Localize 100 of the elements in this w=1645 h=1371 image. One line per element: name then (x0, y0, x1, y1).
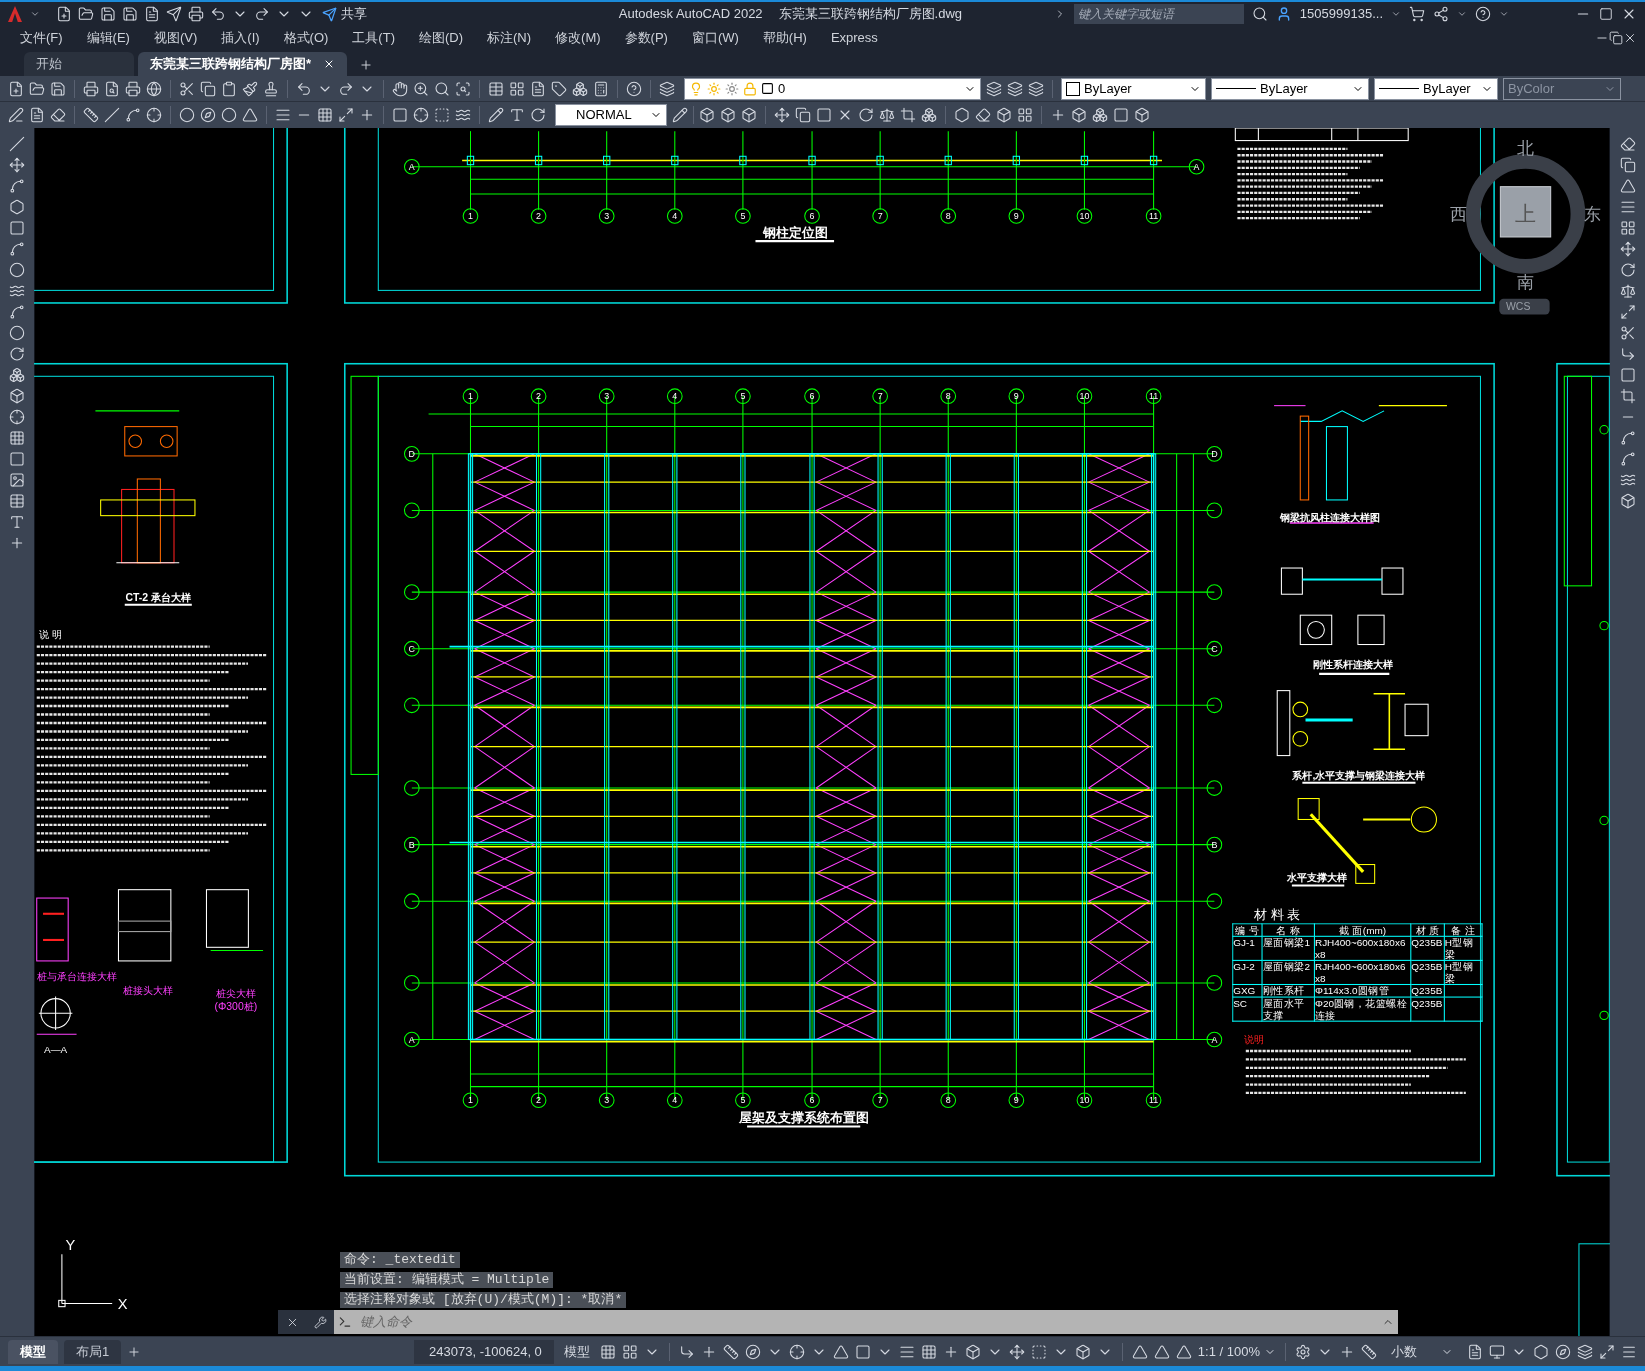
axis-label: B (408, 839, 415, 850)
dimension-style-dropdown[interactable]: NORMAL (555, 104, 667, 126)
axis-label: 8 (945, 211, 951, 222)
menu-item[interactable]: 编辑(E) (74, 28, 142, 48)
wcs-label: WCS (1506, 301, 1531, 313)
detail-title: 系杆,水平支撑与钢梁连接大样 (1292, 769, 1426, 781)
axis-label: 6 (809, 211, 815, 222)
axis-label: 1 (468, 1095, 473, 1106)
axis-label: 1 (468, 211, 473, 222)
table-cell: 屋面钢梁2 (1262, 960, 1315, 985)
notes-heading: 说 明 (38, 629, 62, 641)
compass-label[interactable]: 北 (1517, 139, 1535, 159)
document-tab[interactable]: 开始 (24, 52, 134, 76)
menu-item[interactable]: 视图(V) (141, 28, 210, 48)
file-title: 东莞某三联跨钢结构厂房图.dwg (778, 5, 963, 24)
share-button[interactable]: 共享 (322, 4, 367, 24)
menu-item[interactable]: 格式(O) (271, 28, 341, 48)
layout-tab[interactable]: 布局1 (64, 1339, 122, 1364)
axis-label: 4 (672, 391, 678, 402)
user-name[interactable]: 1505999135... (1299, 4, 1383, 24)
lineweight-dropdown[interactable]: ByLayer (1374, 77, 1498, 100)
axis-label: B (1211, 839, 1218, 850)
coordinates-display: 243073, -100624, 0 (413, 1339, 554, 1364)
command-input[interactable]: 键入命令 (360, 1312, 1374, 1332)
drawing-title: 钢柱定位图 (762, 225, 828, 240)
axis-label: 9 (1013, 1095, 1019, 1106)
axis-label: 10 (1079, 391, 1090, 402)
axis-label: 4 (672, 211, 678, 222)
axis-label: 6 (809, 391, 815, 402)
menu-item[interactable]: 绘图(D) (406, 28, 475, 48)
menu-item[interactable]: 工具(T) (340, 28, 407, 48)
menu-item[interactable]: 插入(I) (209, 28, 272, 48)
compass-label[interactable]: 东 (1584, 205, 1602, 225)
axis-label: 11 (1149, 211, 1159, 222)
app-title: Autodesk AutoCAD 2022 (618, 5, 763, 24)
compass-label[interactable]: 南 (1517, 273, 1535, 293)
axis-label: 8 (945, 1095, 951, 1106)
menu-item[interactable]: 窗口(W) (679, 28, 751, 48)
color-dropdown[interactable]: ByLayer (1061, 77, 1206, 100)
detail-title: 刚性系杆连接大样 (1312, 658, 1393, 670)
layer-name: 0 (778, 79, 786, 98)
layout-tab[interactable]: 模型 (8, 1339, 58, 1364)
axis-label: 3 (604, 211, 610, 222)
axis-label: 9 (1013, 391, 1019, 402)
axis-label: 2 (536, 391, 542, 402)
axis-label: A (1193, 161, 1200, 172)
axis-label: 4 (672, 1095, 678, 1106)
axis-label: A (408, 1034, 415, 1045)
compass-label[interactable]: 西 (1450, 205, 1467, 225)
axis-label: 11 (1149, 391, 1159, 402)
axis-label: 10 (1079, 1095, 1090, 1106)
axis-label: 5 (740, 211, 746, 222)
axis-label: 3 (604, 391, 610, 402)
ucs-label: X (117, 1295, 128, 1312)
menu-item[interactable]: Express (818, 28, 890, 48)
detail-title: 钢梁抗风柱连接大样图 (1279, 511, 1380, 523)
ucs-label: Y (65, 1237, 76, 1254)
axis-label: 7 (877, 391, 883, 402)
table-cell: H型钢梁 (1444, 960, 1483, 985)
search-field[interactable]: 键入关键字或短语 (1073, 4, 1244, 24)
axis-label: A (1211, 1034, 1218, 1045)
detail-title: 桩接头大样 (122, 985, 173, 997)
annotation-scale-button[interactable]: 1:1 / 100% (1197, 1341, 1276, 1362)
detail-title: (Φ300桩) (214, 1001, 258, 1013)
axis-label: 2 (536, 211, 542, 222)
detail-title: 桩与承台连接大样 (36, 970, 117, 982)
axis-label: 7 (877, 1095, 883, 1106)
linetype-dropdown[interactable]: ByLayer (1211, 77, 1369, 100)
detail-title: 水平支撑大样 (1287, 872, 1348, 884)
axis-label: 8 (945, 391, 951, 402)
detail-title: A—A (44, 1044, 68, 1056)
axis-label: D (408, 449, 416, 459)
detail-title: CT-2 承台大样 (125, 591, 192, 603)
drawing-title: 屋架及支撑系统布置图 (738, 1111, 869, 1126)
menu-item[interactable]: 参数(P) (612, 28, 680, 48)
axis-label: 6 (809, 1095, 815, 1106)
menu-item[interactable]: 标注(N) (475, 28, 544, 48)
menu-item[interactable]: 帮助(H) (750, 28, 819, 48)
axis-label: 7 (877, 211, 883, 222)
menu-item[interactable]: 修改(M) (543, 28, 613, 48)
axis-label: D (1211, 449, 1218, 459)
axis-label: 9 (1013, 211, 1019, 222)
table-title: 材 料 表 (1254, 908, 1301, 922)
units-dropdown[interactable]: 小数 (1383, 1341, 1461, 1362)
menu-item[interactable]: 文件(F) (8, 28, 75, 48)
axis-label: C (1211, 643, 1218, 654)
viewcube-face-label: 上 (1515, 202, 1537, 226)
document-tab[interactable]: 东莞某三联跨钢结构厂房图* (138, 52, 348, 76)
command-field[interactable]: 键入命令 (334, 1310, 1398, 1334)
axis-label: 2 (536, 1095, 542, 1106)
detail-title: 桩尖大样 (215, 987, 256, 999)
notes-heading: 说明 (1243, 1033, 1264, 1045)
axis-label: 5 (740, 1095, 746, 1106)
model-space-button[interactable]: 模型 (559, 1341, 594, 1362)
axis-label: C (408, 643, 416, 654)
axis-label: 1 (468, 391, 473, 402)
axis-label: 11 (1149, 1095, 1159, 1106)
layer-dropdown[interactable]: 0 (684, 77, 981, 100)
axis-label: 3 (604, 1095, 610, 1106)
axis-label: 10 (1079, 211, 1090, 222)
